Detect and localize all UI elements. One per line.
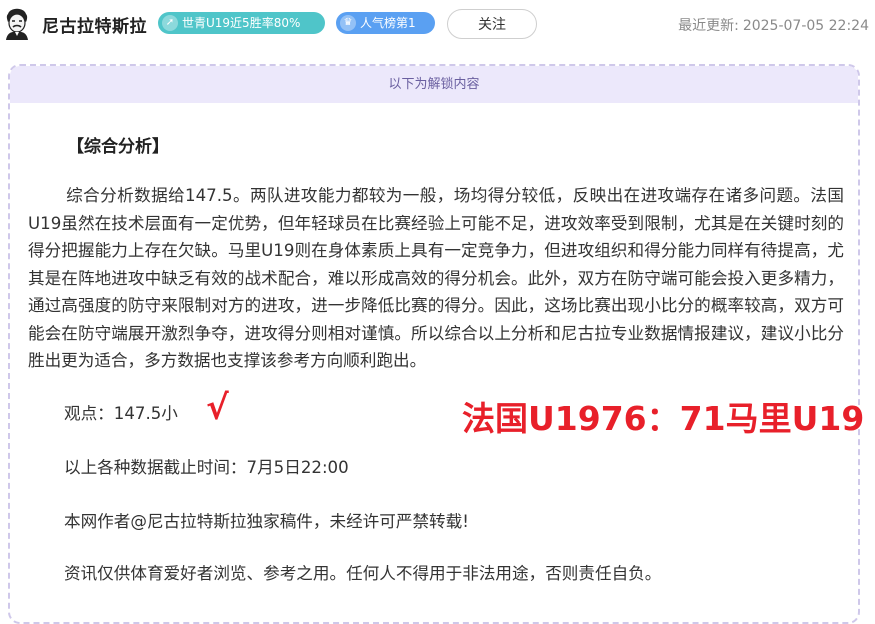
follow-button[interactable]: 关注 [447, 9, 537, 39]
unlocked-content-box: 以下为解锁内容 【综合分析】 综合分析数据给147.5。两队进攻能力都较为一般，… [8, 64, 864, 624]
updated-time: 2025-07-05 22:24 [742, 18, 869, 34]
popularity-badge: ♛ 人气榜第1 [336, 12, 435, 34]
author-header: 尼古拉特斯拉 ➚ 世青U19近5胜率80% ♛ 人气榜第1 关注 最近更新: 20… [0, 0, 875, 48]
winrate-badge: ➚ 世青U19近5胜率80% [158, 12, 325, 34]
score-result: 法国U1976：71马里U19 [462, 399, 865, 438]
arrow-up-icon: ➚ [162, 15, 178, 31]
section-title: 【综合分析】 [67, 137, 169, 157]
disclaimer-note: 资讯仅供体育爱好者浏览、参考之用。任何人不得用于非法用途，否则责任自负。 [64, 564, 662, 583]
avatar[interactable] [2, 6, 32, 40]
last-updated: 最近更新: 2025-07-05 22:24 [674, 15, 869, 35]
checkmark-icon: √ [206, 388, 229, 428]
analysis-paragraph: 综合分析数据给147.5。两队进攻能力都较为一般，场均得分较低，反映出在进攻端存… [28, 186, 844, 370]
author-name[interactable]: 尼古拉特斯拉 [42, 12, 147, 37]
copyright-note: 本网作者@尼古拉特斯拉独家稿件，未经许可严禁转载! [64, 512, 469, 531]
data-cutoff-note: 以上各种数据截止时间：7月5日22:00 [64, 458, 349, 477]
updated-label: 最近更新: [678, 18, 739, 34]
avatar-portrait-icon [2, 6, 32, 40]
viewpoint: 观点：147.5小 [64, 404, 178, 423]
unlock-banner: 以下为解锁内容 [10, 66, 858, 103]
crown-icon: ♛ [340, 15, 356, 31]
winrate-badge-label: 世青U19近5胜率80% [182, 16, 301, 30]
popularity-badge-label: 人气榜第1 [360, 16, 416, 30]
